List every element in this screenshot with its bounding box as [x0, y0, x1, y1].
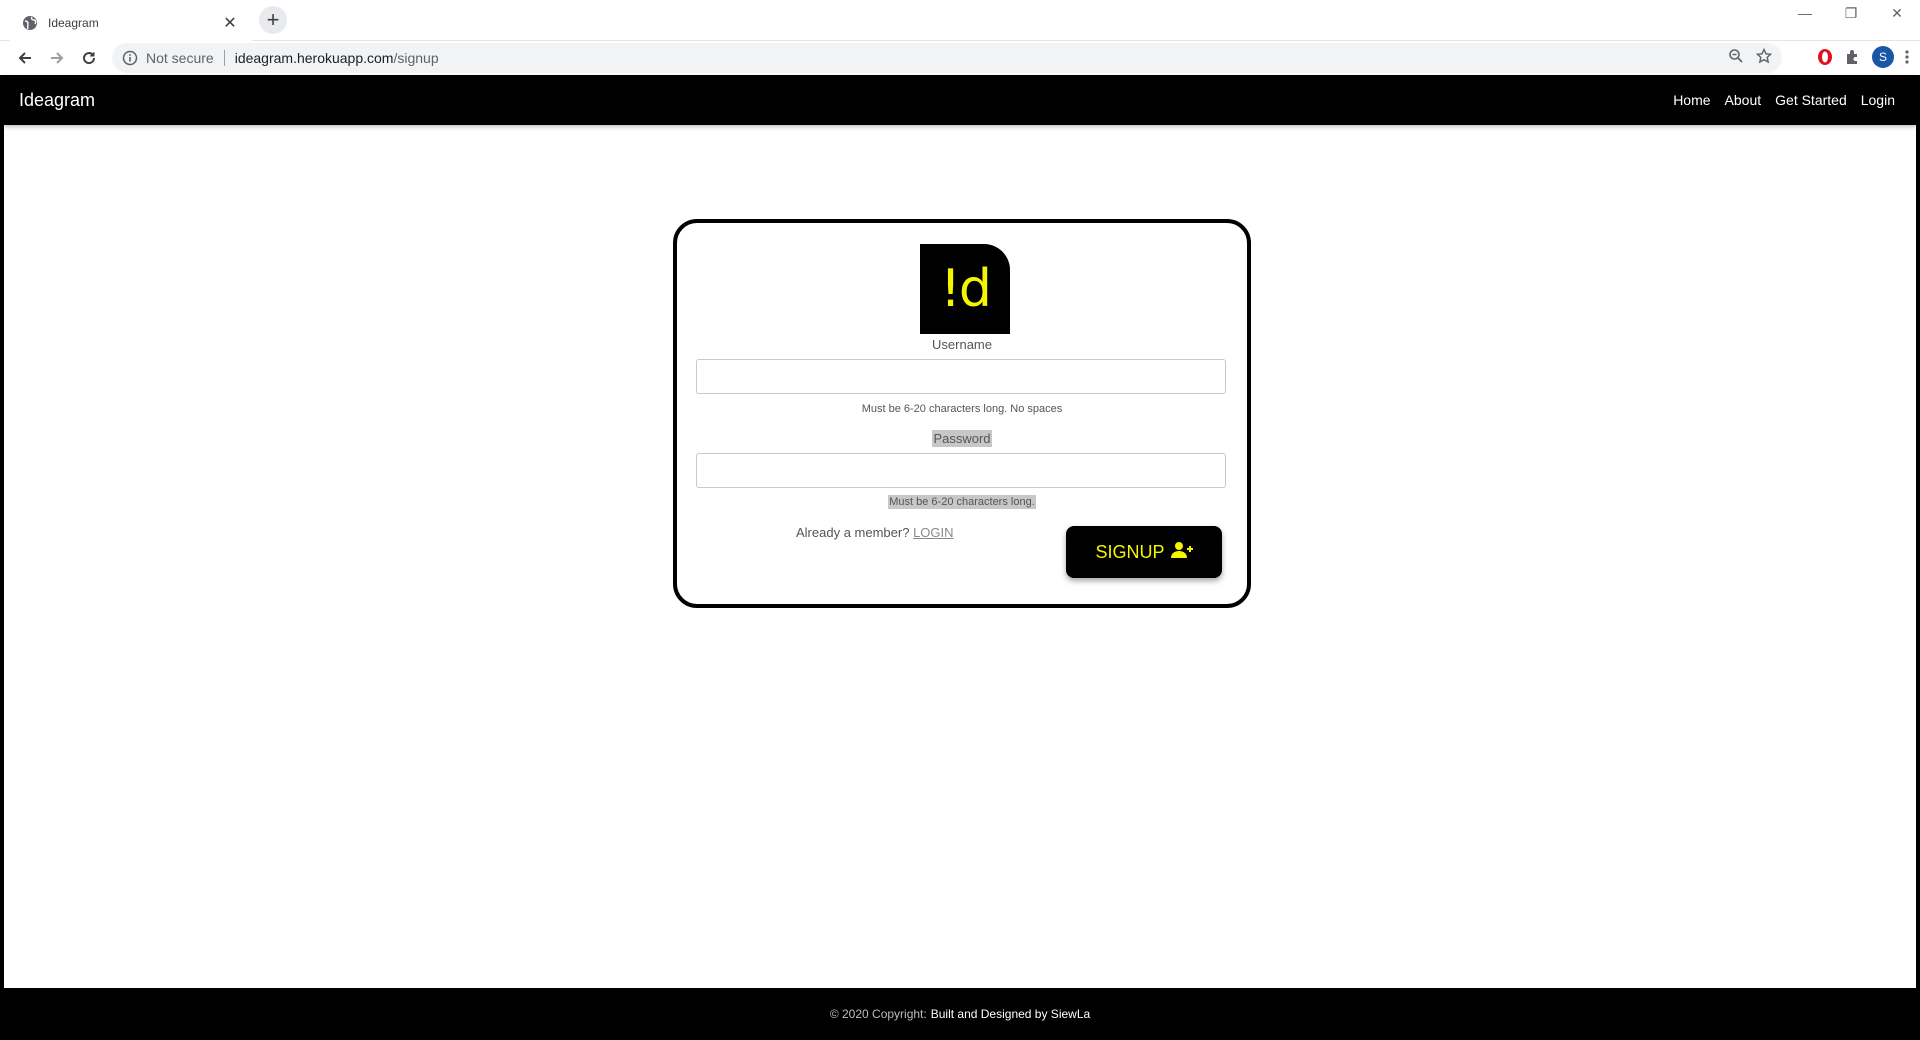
nav-link-home[interactable]: Home — [1673, 92, 1710, 108]
logo-text: !d — [940, 259, 992, 319]
username-hint: Must be 6-20 characters long. No spaces — [861, 403, 1063, 415]
profile-avatar[interactable]: S — [1872, 46, 1894, 68]
browser-tab[interactable]: Ideagram ✕ — [10, 4, 252, 41]
password-label: Password — [932, 430, 992, 447]
nav-link-about[interactable]: About — [1725, 92, 1762, 108]
omnibox-actions — [1728, 47, 1773, 69]
nav-links: Home About Get Started Login — [1673, 92, 1901, 108]
url-path: /signup — [393, 50, 439, 66]
address-divider — [223, 50, 225, 66]
page-viewport: Ideagram Home About Get Started Login !d… — [0, 75, 1920, 1040]
window-controls: — ❐ ✕ — [1782, 0, 1920, 28]
security-label: Not secure — [146, 50, 214, 66]
opera-icon[interactable] — [1816, 48, 1834, 66]
zoom-icon[interactable] — [1728, 48, 1744, 69]
login-link[interactable]: LOGIN — [913, 525, 953, 540]
signup-button[interactable]: SIGNUP — [1066, 526, 1222, 578]
back-icon[interactable] — [10, 43, 40, 73]
tab-title: Ideagram — [48, 15, 99, 30]
ideagram-logo: !d — [920, 244, 1010, 334]
signup-card: !d Username Must be 6-20 characters long… — [673, 219, 1251, 608]
extensions-puzzle-icon[interactable] — [1844, 48, 1862, 66]
restore-icon[interactable]: ❐ — [1828, 0, 1874, 26]
globe-icon — [22, 15, 38, 31]
password-hint: Must be 6-20 characters long. — [888, 495, 1036, 509]
address-bar[interactable]: Not secure ideagram.herokuapp.com/signup — [112, 43, 1782, 73]
reload-icon[interactable] — [74, 43, 104, 73]
site-navbar: Ideagram Home About Get Started Login — [4, 75, 1916, 125]
browser-menu-icon[interactable] — [1904, 48, 1910, 66]
forward-icon[interactable] — [42, 43, 72, 73]
new-tab-button[interactable]: + — [259, 6, 287, 34]
member-prompt: Already a member? — [796, 525, 910, 540]
tab-close-icon[interactable]: ✕ — [220, 13, 240, 33]
site-brand[interactable]: Ideagram — [19, 90, 95, 111]
browser-toolbar: Not secure ideagram.herokuapp.com/signup… — [0, 41, 1920, 75]
footer-copyright: © 2020 Copyright: — [829, 1007, 927, 1021]
extensions-area: S — [1816, 46, 1910, 68]
nav-link-login[interactable]: Login — [1861, 92, 1895, 108]
user-plus-icon — [1170, 541, 1193, 564]
window-close-icon[interactable]: ✕ — [1874, 0, 1920, 26]
username-input[interactable] — [696, 359, 1226, 394]
password-input[interactable] — [696, 453, 1226, 488]
minimize-icon[interactable]: — — [1782, 0, 1828, 26]
username-label: Username — [932, 337, 992, 352]
site-footer: © 2020 Copyright: Built and Designed by … — [4, 988, 1916, 1040]
url-text: ideagram.herokuapp.com/signup — [235, 50, 439, 66]
already-member-text: Already a member? LOGIN — [796, 525, 954, 540]
bookmark-star-icon[interactable] — [1755, 47, 1773, 69]
signup-label: SIGNUP — [1095, 541, 1165, 562]
password-hint-wrap: Must be 6-20 characters long. — [677, 495, 1247, 509]
nav-link-get-started[interactable]: Get Started — [1775, 92, 1847, 108]
password-label-wrap: Password — [677, 430, 1247, 447]
info-icon[interactable] — [122, 50, 138, 66]
footer-credit[interactable]: Built and Designed by SiewLa — [931, 1007, 1090, 1021]
url-host: ideagram.herokuapp.com — [234, 50, 394, 66]
browser-tabstrip: Ideagram ✕ + — ❐ ✕ — [0, 0, 1920, 41]
